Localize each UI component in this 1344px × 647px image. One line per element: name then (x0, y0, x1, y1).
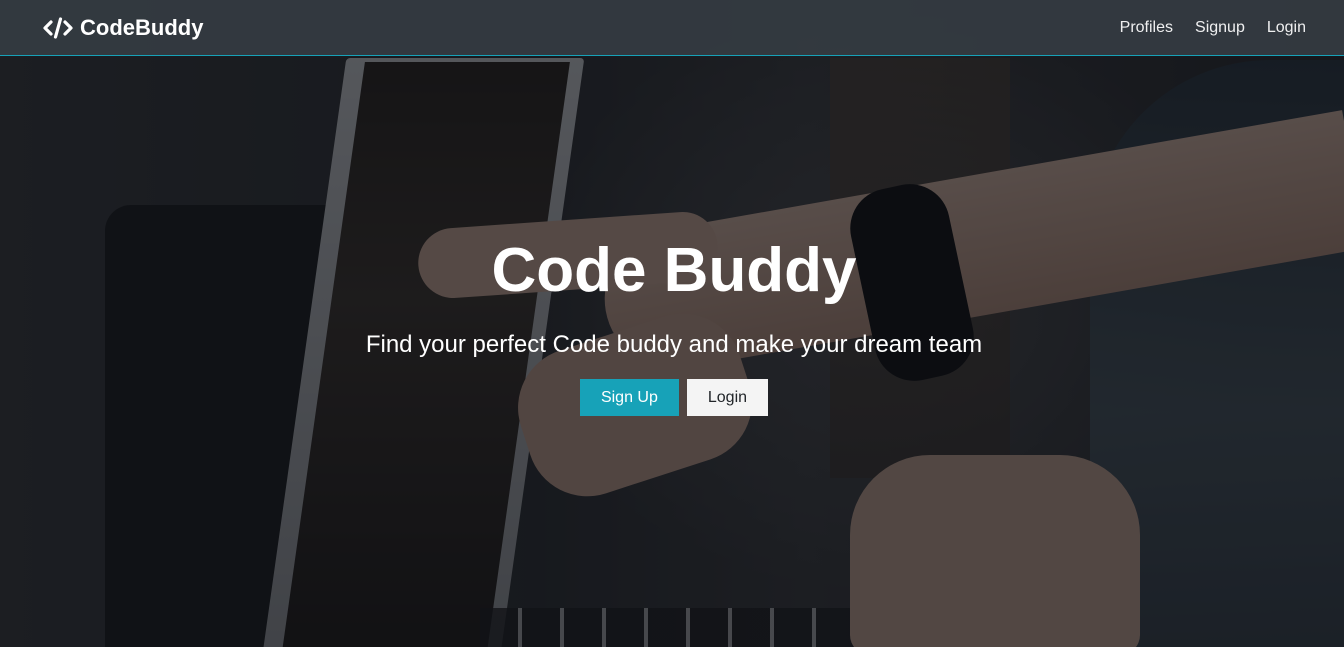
nav-links: Profiles Signup Login (1098, 19, 1306, 37)
landing-page: CodeBuddy Profiles Signup Login Code Bud… (0, 0, 1344, 647)
nav-link-profiles[interactable]: Profiles (1120, 19, 1173, 37)
nav-link-signup[interactable]: Signup (1195, 19, 1245, 37)
navbar: CodeBuddy Profiles Signup Login (0, 0, 1344, 56)
nav-link-login[interactable]: Login (1267, 19, 1306, 37)
login-button[interactable]: Login (686, 379, 769, 416)
hero-buttons: Sign Up Login (0, 379, 1344, 416)
hero-section: Code Buddy Find your perfect Code buddy … (0, 57, 1344, 647)
code-icon (43, 16, 73, 39)
signup-button[interactable]: Sign Up (579, 379, 679, 416)
brand-link[interactable]: CodeBuddy (43, 15, 203, 41)
hero-subtitle: Find your perfect Code buddy and make yo… (365, 331, 983, 358)
hero-title: Code Buddy (491, 236, 857, 305)
brand-label: CodeBuddy (80, 14, 204, 40)
